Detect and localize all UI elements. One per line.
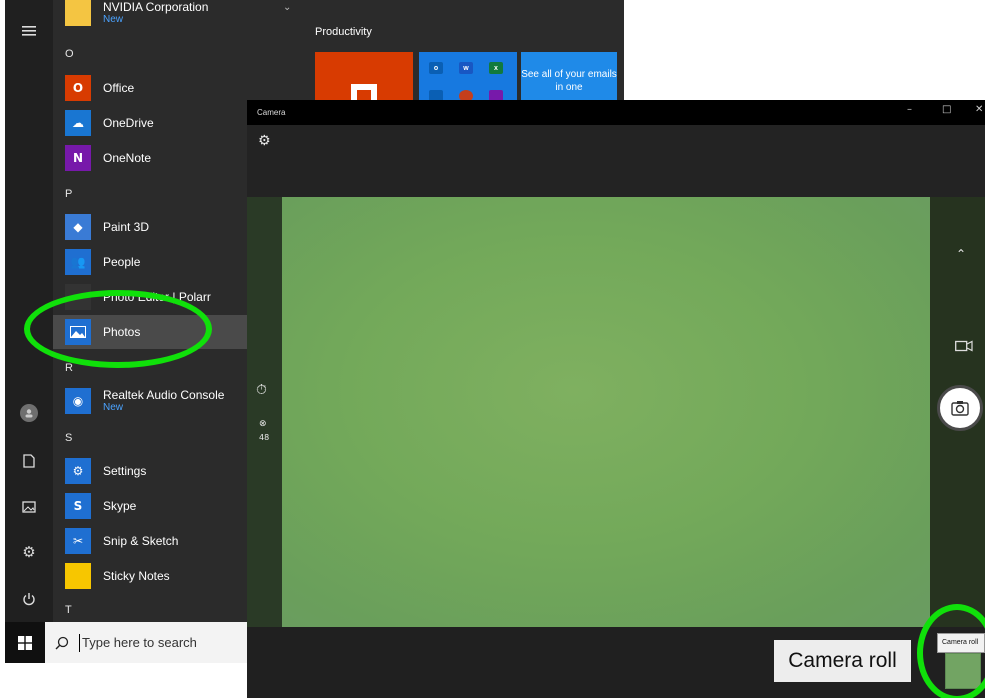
letter-header-r[interactable]: R: [65, 362, 73, 374]
taskbar-search-box[interactable]: Type here to search: [45, 622, 249, 663]
new-badge: New: [103, 13, 124, 25]
user-avatar-icon[interactable]: [5, 398, 53, 428]
highlight-ring-camera-roll: [917, 604, 985, 698]
letter-header-p[interactable]: P: [65, 188, 72, 200]
camera-icon: [951, 401, 969, 416]
camera-left-bar: ⏱ ⊗ 48: [247, 197, 282, 627]
close-icon[interactable]: ✕: [975, 104, 983, 115]
taskbar: Type here to search: [5, 622, 249, 663]
app-label: OneNote: [103, 150, 152, 165]
gear-icon: ⚙: [65, 458, 91, 484]
folder-icon: [65, 0, 91, 26]
timer-value: 48: [259, 433, 270, 442]
app-label: Skype: [103, 498, 137, 513]
new-badge: New: [103, 401, 124, 413]
app-label: Paint 3D: [103, 219, 150, 234]
outlook-icon: o: [429, 62, 443, 74]
take-photo-button[interactable]: [937, 385, 983, 431]
skype-icon: S: [65, 493, 91, 519]
brightness-icon[interactable]: ⊗: [259, 419, 267, 429]
app-label: Sticky Notes: [103, 568, 170, 583]
paint3d-icon: ◆: [65, 214, 91, 240]
hamburger-menu-icon[interactable]: [5, 16, 53, 46]
search-placeholder: Type here to search: [82, 635, 197, 650]
photo-timer-icon[interactable]: ⏱: [256, 382, 267, 398]
windows-start-icon[interactable]: [5, 622, 45, 663]
settings-gear-icon[interactable]: ⚙: [5, 537, 53, 567]
excel-icon: x: [489, 62, 503, 74]
realtek-icon: ◉: [65, 388, 91, 414]
camera-window: Camera – □ ✕ ⚙ ⏱ ⊗ 48 ⌃ Camera roll Came…: [247, 100, 985, 698]
letter-header-t[interactable]: T: [65, 604, 72, 616]
app-label: Snip & Sketch: [103, 533, 179, 548]
onenote-icon: N: [65, 145, 91, 171]
letter-header-o[interactable]: O: [65, 48, 74, 60]
text-caret: [79, 633, 80, 652]
app-label: NVIDIA Corporation: [103, 0, 209, 14]
app-label: Settings: [103, 463, 147, 478]
highlight-ring-photos: [24, 290, 212, 368]
app-label: Realtek Audio Console: [103, 387, 225, 402]
camera-top-bar: ⚙: [247, 125, 985, 197]
office-icon: O: [65, 75, 91, 101]
pictures-icon[interactable]: [5, 492, 53, 522]
snip-icon: ✂: [65, 528, 91, 554]
video-mode-icon[interactable]: [955, 337, 973, 356]
tile-group-title[interactable]: Productivity: [315, 26, 372, 38]
documents-icon[interactable]: [5, 446, 53, 476]
app-label: OneDrive: [103, 115, 154, 130]
window-title: Camera: [257, 108, 286, 117]
camera-viewfinder: [282, 197, 930, 627]
people-icon: 👥: [65, 249, 91, 275]
word-icon: w: [459, 62, 473, 74]
chevron-up-icon[interactable]: ⌃: [956, 247, 966, 261]
onedrive-icon: ☁: [65, 110, 91, 136]
maximize-icon[interactable]: □: [942, 104, 951, 115]
sticky-notes-icon: [65, 563, 91, 589]
camera-titlebar: Camera – □ ✕: [247, 100, 985, 125]
app-label: People: [103, 254, 141, 269]
camera-roll-label: Camera roll: [774, 640, 911, 682]
app-nvidia-corporation[interactable]: NVIDIA Corporation New: [53, 0, 295, 30]
search-icon: [55, 636, 69, 649]
camera-settings-gear-icon[interactable]: ⚙: [258, 133, 271, 149]
minimize-icon[interactable]: –: [907, 104, 912, 115]
chevron-down-icon[interactable]: ⌄: [283, 2, 291, 13]
power-icon[interactable]: [5, 584, 53, 614]
app-label: Office: [103, 80, 135, 95]
letter-header-s[interactable]: S: [65, 432, 72, 444]
